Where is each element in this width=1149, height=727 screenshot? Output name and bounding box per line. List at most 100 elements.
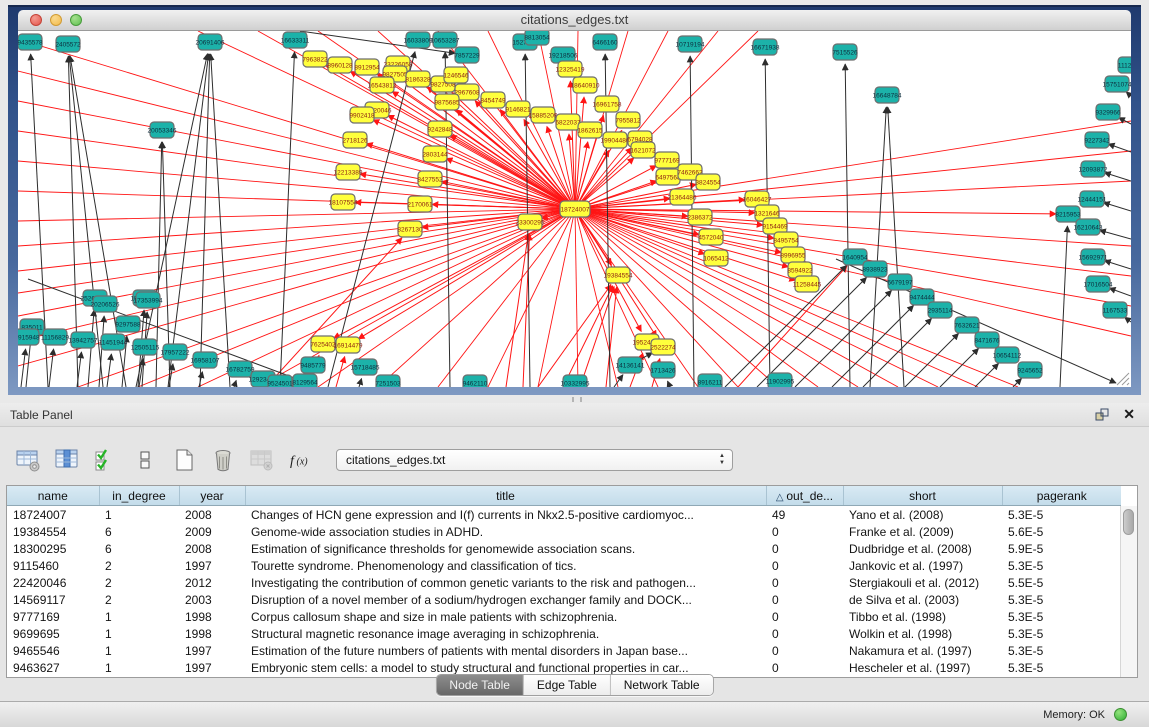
graph-node-1167533[interactable]: 1167533 [1103,302,1128,318]
graph-node-9777169[interactable]: 9777169 [654,152,680,168]
network-graph-container[interactable]: 9435578240557220691406166333111603380910… [18,31,1131,387]
table-cell[interactable]: Dudbridge et al. (2008) [843,540,1002,557]
graph-node-15885209[interactable]: 15885209 [529,107,558,123]
table-cell[interactable]: 9465546 [7,642,99,659]
graph-node-2522274[interactable]: 2522274 [650,339,676,355]
float-window-icon[interactable] [1095,408,1109,422]
graph-node-8471676[interactable]: 8471676 [974,332,1000,348]
table-row[interactable]: 2242004622012Investigating the contribut… [7,574,1121,591]
graph-node-9242848[interactable]: 9242848 [427,121,453,137]
graph-node-8938923[interactable]: 8938923 [862,261,888,277]
tab-network-table[interactable]: Network Table [610,675,713,695]
table-cell[interactable]: 2003 [179,591,245,608]
graph-node-15718485[interactable]: 15718485 [351,359,380,375]
graph-node-9146821[interactable]: 9146821 [505,101,531,117]
graph-node-13942757[interactable]: 13942757 [69,332,98,348]
table-cell[interactable]: 2008 [179,506,245,524]
checklist-icon[interactable] [92,447,119,474]
graph-node-10653287[interactable]: 10653287 [431,32,460,48]
table-cell[interactable]: Genome-wide association studies in ADHD. [245,523,766,540]
graph-node-8912954[interactable]: 8912954 [354,59,380,75]
graph-node-12093872[interactable]: 12093872 [1079,161,1108,177]
table-cell[interactable]: 14569117 [7,591,99,608]
table-cell[interactable]: 22420046 [7,574,99,591]
delete-column-icon[interactable] [209,447,236,474]
graph-node-17016504[interactable]: 17016504 [1084,276,1113,292]
graph-node-2170061[interactable]: 2170061 [407,196,433,212]
close-traffic-light-icon[interactable] [30,14,42,26]
table-row[interactable]: 1938455462009Genome-wide association stu… [7,523,1121,540]
graph-node-1621072[interactable]: 1621072 [630,142,656,158]
table-cell[interactable]: 49 [766,506,843,524]
graph-node-21364486[interactable]: 21364486 [668,189,697,205]
vertical-scrollbar[interactable] [1120,506,1137,677]
graph-node-2386372[interactable]: 2386372 [687,209,713,225]
graph-node-16914479[interactable]: 16914479 [334,337,363,353]
graph-node-12444151[interactable]: 12444151 [1078,191,1107,207]
table-cell[interactable]: 5.3E-5 [1002,659,1121,676]
table-cell[interactable]: Jankovic et al. (1997) [843,557,1002,574]
table-cell[interactable]: Disruption of a novel member of a sodium… [245,591,766,608]
table-cell[interactable]: Yano et al. (2008) [843,506,1002,524]
table-cell[interactable]: 0 [766,557,843,574]
graph-node-1713426[interactable]: 1713426 [650,362,676,378]
column-header-year[interactable]: year [179,486,245,506]
network-window-titlebar[interactable]: citations_edges.txt [18,10,1131,31]
table-row[interactable]: 977716911998Corpus callosum shape and si… [7,608,1121,625]
table-cell[interactable]: 6 [99,540,179,557]
graph-node-8813054[interactable]: 8813054 [524,31,550,45]
graph-node-12325419[interactable]: 12325419 [556,61,585,77]
table-cell[interactable]: 5.3E-5 [1002,557,1121,574]
rows-icon[interactable] [131,447,158,474]
table-cell[interactable]: 1 [99,625,179,642]
graph-node-7251503[interactable]: 7251503 [375,375,401,387]
graph-node-6466160[interactable]: 6466160 [592,34,618,50]
graph-node-2803144[interactable]: 2803144 [422,146,448,162]
table-cell[interactable]: 2008 [179,540,245,557]
graph-node-20053346[interactable]: 20053346 [148,122,177,138]
table-cell[interactable]: 1 [99,642,179,659]
table-row[interactable]: 911546021997Tourette syndrome. Phenomeno… [7,557,1121,574]
graph-node-8495754[interactable]: 8495754 [773,232,799,248]
table-cell[interactable]: 5.6E-5 [1002,523,1121,540]
column-header-pagerank[interactable]: pagerank [1002,486,1121,506]
graph-node-8427552[interactable]: 8427552 [417,171,443,187]
graph-node-20206526[interactable]: 20206526 [91,296,120,312]
graph-node-9462110[interactable]: 9462110 [463,375,488,387]
table-cell[interactable]: 1998 [179,625,245,642]
graph-node-7955812[interactable]: 7955812 [615,112,641,128]
graph-node-1112645[interactable]: 1112645 [1118,57,1131,73]
table-cell[interactable]: 0 [766,625,843,642]
table-row[interactable]: 969969511998Structural magnetic resonanc… [7,625,1121,642]
table-cell[interactable]: 1 [99,608,179,625]
graph-node-8267130[interactable]: 8267130 [397,221,423,237]
graph-node-8960128[interactable]: 8960128 [327,57,353,73]
graph-node-14136141[interactable]: 14136141 [616,357,645,373]
table-cell[interactable]: 0 [766,642,843,659]
graph-node-6679197[interactable]: 6679197 [887,274,913,290]
table-cell[interactable]: 1998 [179,608,245,625]
table-cell[interactable]: Changes of HCN gene expression and I(f) … [245,506,766,524]
resize-handle-icon[interactable] [1114,370,1130,386]
graph-node-16958107[interactable]: 16958107 [191,352,220,368]
table-cell[interactable]: Tibbo et al. (1998) [843,608,1002,625]
graph-node-8186328[interactable]: 8186328 [405,71,431,87]
table-cell[interactable]: Corpus callosum shape and size in male p… [245,608,766,625]
graph-node-9524501[interactable]: 9524501 [267,375,293,387]
table-cell[interactable]: 0 [766,523,843,540]
show-columns-icon[interactable] [53,447,80,474]
table-cell[interactable]: 0 [766,608,843,625]
graph-node-16543812[interactable]: 16543812 [368,77,397,93]
graph-node-8129564[interactable]: 8129564 [292,374,318,387]
graph-node-18107554[interactable]: 18107554 [329,194,358,210]
graph-node-2405572[interactable]: 2405572 [55,36,81,52]
table-cell[interactable]: 5.3E-5 [1002,591,1121,608]
graph-node-11156829[interactable]: 11156829 [41,329,69,345]
graph-node-18724007[interactable]: 18724007 [560,201,590,217]
tab-node-table[interactable]: Node Table [436,675,523,695]
table-cell[interactable]: Tourette syndrome. Phenomenology and cla… [245,557,766,574]
table-cell[interactable]: 18300295 [7,540,99,557]
table-cell[interactable]: 1997 [179,642,245,659]
table-cell[interactable]: Wolkin et al. (1998) [843,625,1002,642]
table-cell[interactable]: 1 [99,506,179,524]
